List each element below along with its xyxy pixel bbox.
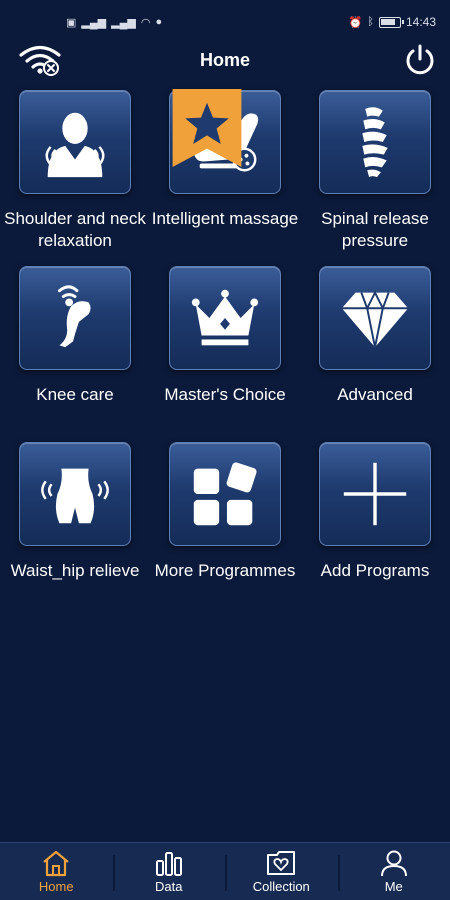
bar-chart-icon xyxy=(155,852,182,876)
shoulder-neck-icon xyxy=(45,112,105,178)
power-button[interactable] xyxy=(402,42,438,78)
program-label: More Programmes xyxy=(154,561,296,580)
program-button[interactable] xyxy=(169,266,281,370)
program-spinal-release[interactable]: Spinal release pressure xyxy=(300,90,450,252)
nav-label-collection: Collection xyxy=(252,879,310,894)
header: Home xyxy=(0,40,450,80)
program-button[interactable] xyxy=(319,90,431,194)
program-advanced[interactable]: Advanced xyxy=(300,266,450,406)
diamond-icon xyxy=(341,290,409,348)
wifi-disconnected-button[interactable] xyxy=(18,44,62,76)
crown-icon xyxy=(191,289,259,346)
home-icon xyxy=(43,850,69,877)
program-button[interactable] xyxy=(19,90,131,194)
grid-blocks-icon xyxy=(193,462,257,526)
program-intelligent-massage[interactable]: Intelligent massage xyxy=(150,89,300,230)
program-label: Waist_hip relieve xyxy=(10,561,140,580)
program-label: Master's Choice xyxy=(164,385,286,404)
signal-icon: ▂▄▆ xyxy=(81,16,107,29)
sim-icon: ▣ xyxy=(66,16,77,29)
nav-me[interactable]: Me xyxy=(337,843,450,900)
nav-label-data: Data xyxy=(155,879,183,894)
program-button[interactable] xyxy=(319,266,431,370)
wechat-icon: ● xyxy=(155,16,163,28)
wifi-off-icon xyxy=(19,45,61,76)
bottom-nav: Home Data Collection Me xyxy=(0,842,450,900)
program-knee-care[interactable]: Knee care xyxy=(0,266,150,406)
program-button[interactable] xyxy=(169,89,281,194)
nav-collection[interactable]: Collection xyxy=(225,843,338,900)
wifi-icon: ◠ xyxy=(140,16,151,29)
waist-hip-icon xyxy=(41,468,109,524)
program-waist-hip[interactable]: Waist_hip relieve xyxy=(0,442,150,582)
bluetooth-icon: ᛒ xyxy=(367,16,374,28)
power-icon xyxy=(406,44,434,75)
program-button[interactable] xyxy=(169,442,281,546)
program-label: Knee care xyxy=(36,385,114,404)
program-label: Shoulder and neck relaxation xyxy=(4,209,146,250)
program-button[interactable] xyxy=(19,266,131,370)
program-more-programmes[interactable]: More Programmes xyxy=(150,442,300,582)
nav-home[interactable]: Home xyxy=(0,843,113,900)
program-button[interactable] xyxy=(19,442,131,546)
person-icon xyxy=(380,850,407,877)
program-button[interactable] xyxy=(319,442,431,546)
nav-data[interactable]: Data xyxy=(112,843,226,900)
plus-icon xyxy=(343,462,407,526)
program-label: Intelligent massage xyxy=(151,209,299,228)
knee-icon xyxy=(57,285,91,348)
nav-label-home: Home xyxy=(38,879,74,894)
spine-icon xyxy=(362,107,388,178)
program-masters-choice[interactable]: Master's Choice xyxy=(150,266,300,406)
signal-icon: ▂▄▆ xyxy=(111,16,136,29)
program-shoulder-neck[interactable]: Shoulder and neck relaxation xyxy=(0,90,150,252)
alarm-icon: ⏰ xyxy=(348,16,363,29)
status-bar: ▣ ▂▄▆ ▂▄▆ ◠ ● ⏰ ᛒ 14:43 xyxy=(0,0,450,44)
program-label: Advanced xyxy=(337,385,413,404)
star-badge-icon xyxy=(172,89,242,167)
status-left: ▣ ▂▄▆ ▂▄▆ ◠ ● xyxy=(66,16,162,29)
heart-folder-icon xyxy=(267,851,296,875)
program-add[interactable]: Add Programs xyxy=(300,442,450,582)
program-label: Add Programs xyxy=(320,561,430,580)
page-title: Home xyxy=(199,49,250,70)
status-right: ⏰ ᛒ 14:43 xyxy=(349,15,436,29)
status-time: 14:43 xyxy=(405,15,436,29)
program-label: Spinal release pressure xyxy=(321,209,429,250)
battery-icon xyxy=(378,16,404,28)
nav-label-me: Me xyxy=(384,879,403,894)
